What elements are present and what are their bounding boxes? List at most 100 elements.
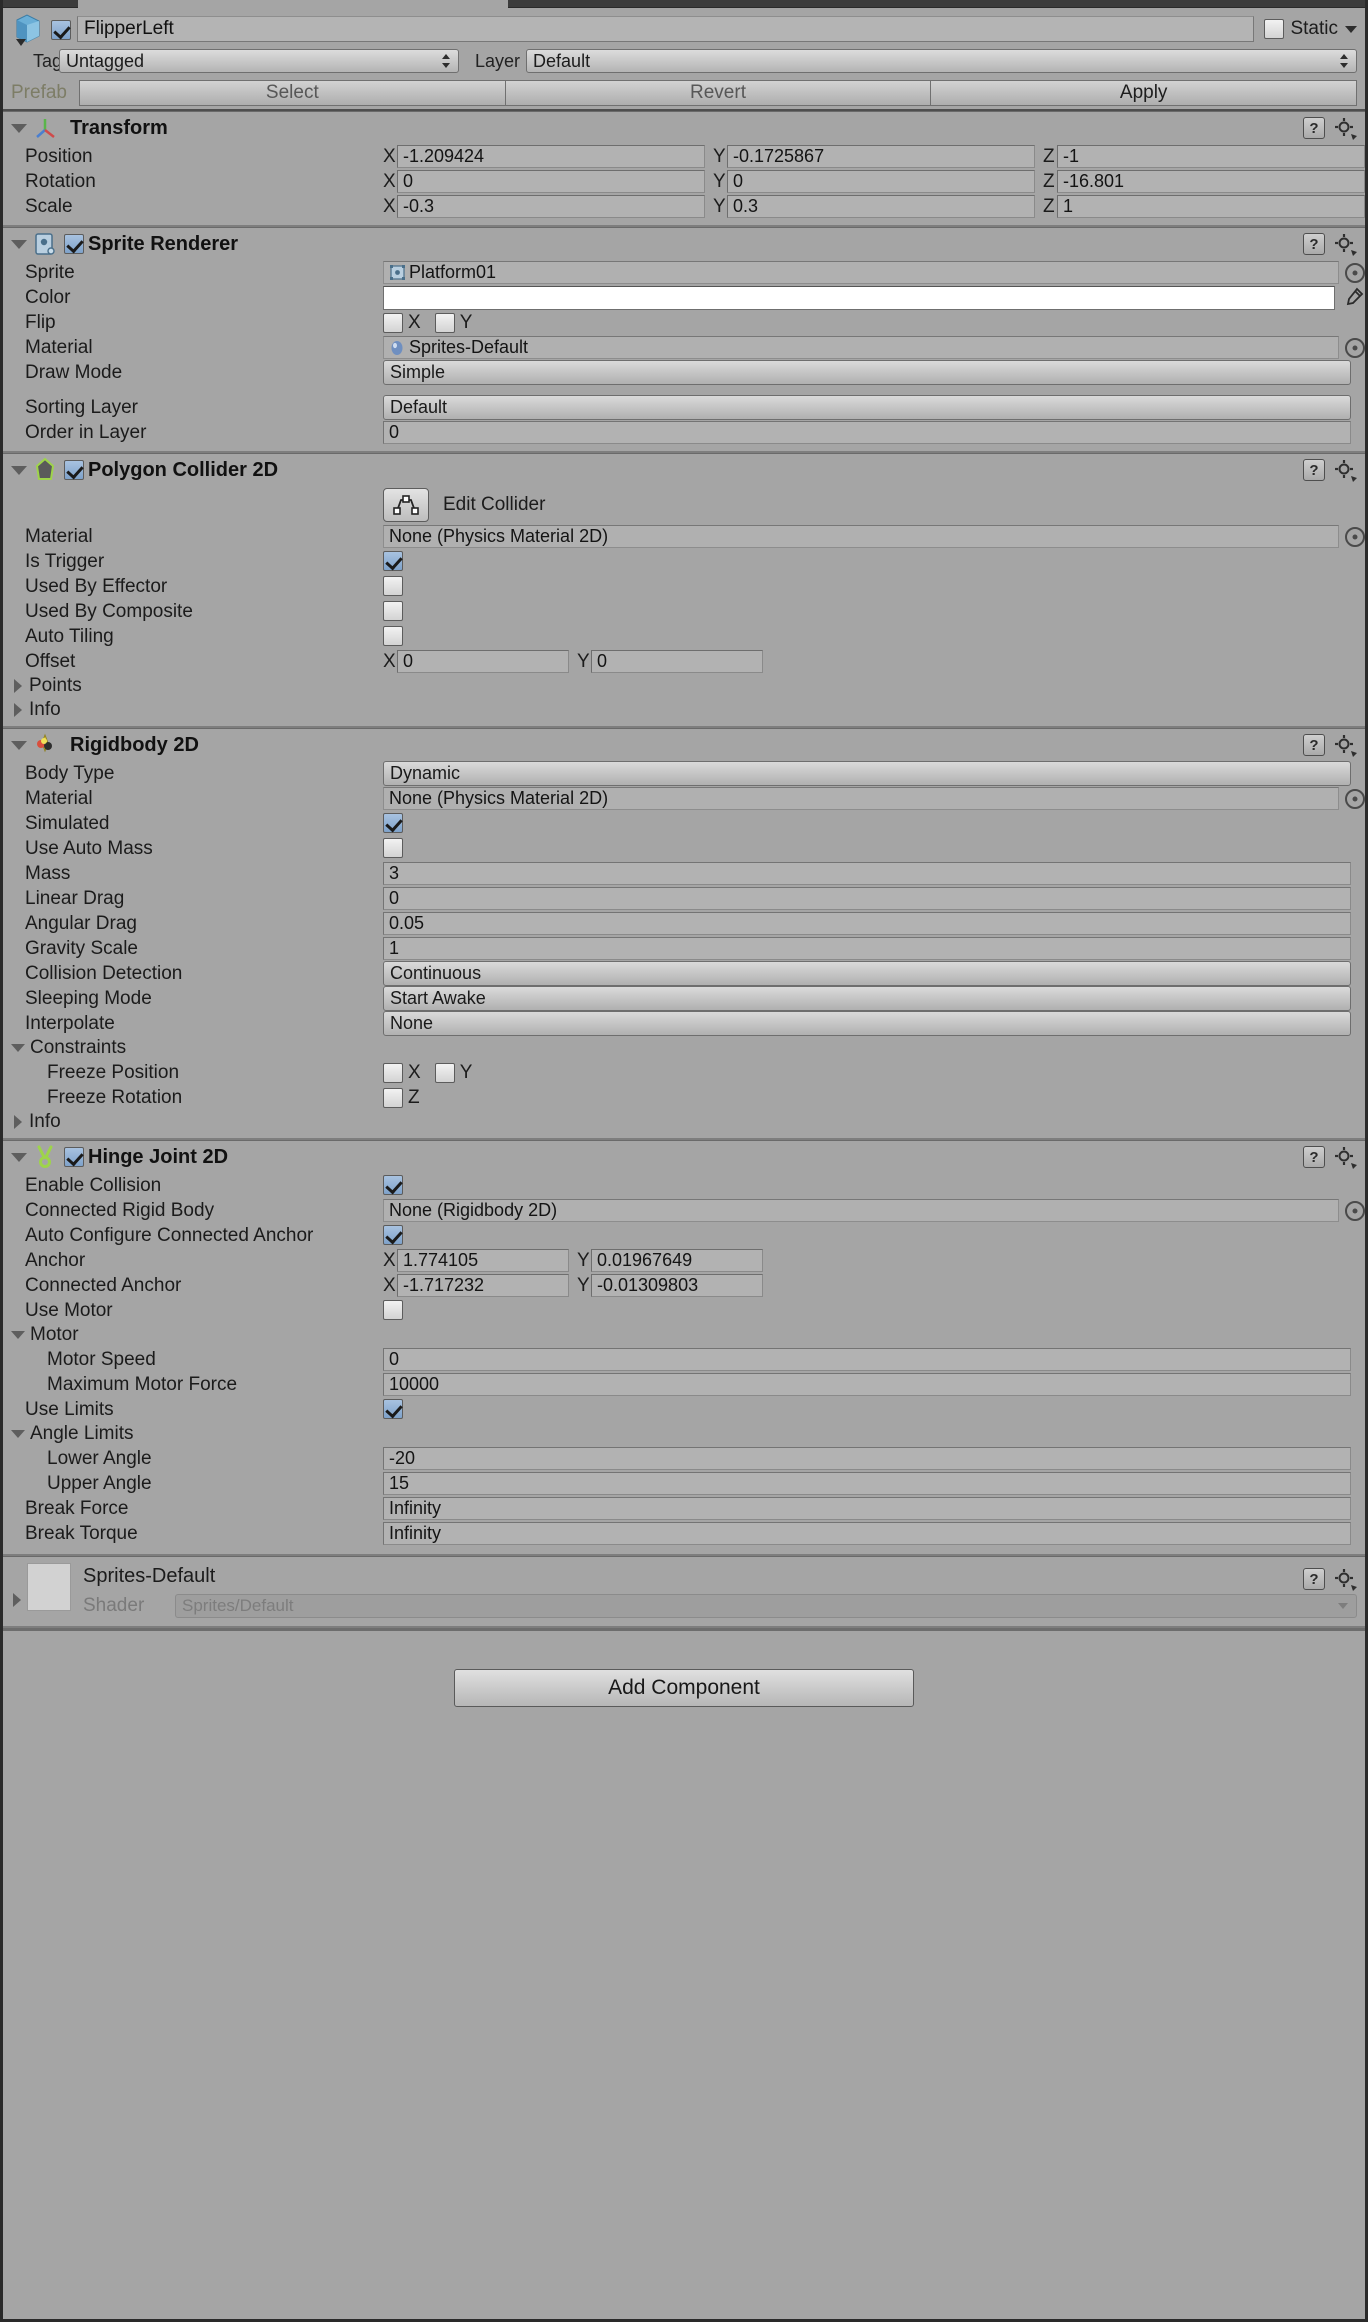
sprite-object-picker-icon[interactable]	[1345, 262, 1365, 283]
rigidbody-gear-icon[interactable]	[1333, 733, 1357, 757]
polygon-collider-enabled-checkbox[interactable]	[64, 459, 84, 481]
polygon-collider-gear-icon[interactable]	[1333, 458, 1357, 482]
enable-collision-checkbox[interactable]	[383, 1175, 403, 1196]
polygon-collider-foldout-icon[interactable]	[11, 465, 27, 475]
pc-info-foldout[interactable]: Info	[3, 698, 1365, 722]
use-limits-checkbox[interactable]	[383, 1399, 403, 1420]
upper-angle-input[interactable]: 15	[383, 1472, 1351, 1495]
sprite-renderer-header[interactable]: Sprite Renderer ?	[3, 228, 1365, 260]
rigidbody-header[interactable]: Rigidbody 2D ?	[3, 729, 1365, 761]
tag-dropdown[interactable]: Untagged	[59, 49, 459, 73]
color-swatch-field[interactable]	[383, 285, 1335, 310]
order-in-layer-input[interactable]: 0	[383, 421, 1351, 444]
angle-limits-foldout[interactable]: Angle Limits	[3, 1422, 1365, 1446]
motor-foldout-icon[interactable]	[11, 1331, 25, 1339]
linear-drag-input[interactable]: 0	[383, 887, 1351, 910]
use-motor-checkbox[interactable]	[383, 1300, 403, 1321]
rigidbody-help-icon[interactable]: ?	[1303, 734, 1325, 756]
rb-info-foldout[interactable]: Info	[3, 1110, 1365, 1134]
freeze-position-x-checkbox[interactable]	[383, 1062, 403, 1083]
prefab-apply-button[interactable]: Apply	[931, 79, 1358, 106]
transform-gear-icon[interactable]	[1333, 116, 1357, 140]
scale-x-input[interactable]: -0.3	[397, 195, 705, 218]
lower-angle-input[interactable]: -20	[383, 1447, 1351, 1470]
sr-material-object-picker-icon[interactable]	[1345, 337, 1365, 358]
break-torque-input[interactable]: Infinity	[383, 1522, 1351, 1545]
used-by-composite-checkbox[interactable]	[383, 601, 403, 622]
material-footer-foldout-icon[interactable]	[13, 1593, 21, 1607]
anchor-y-input[interactable]: 0.01967649	[591, 1249, 763, 1272]
position-z-input[interactable]: -1	[1057, 145, 1365, 168]
rotation-x-input[interactable]: 0	[397, 170, 705, 193]
hinge-joint-help-icon[interactable]: ?	[1303, 1146, 1325, 1168]
connected-anchor-y-input[interactable]: -0.01309803	[591, 1274, 763, 1297]
flip-y-checkbox[interactable]	[434, 312, 455, 333]
anchor-x-input[interactable]: 1.774105	[397, 1249, 569, 1272]
layer-dropdown[interactable]: Default	[526, 49, 1357, 73]
use-auto-mass-checkbox[interactable]	[383, 838, 403, 859]
polygon-collider-header[interactable]: Polygon Collider 2D ?	[3, 454, 1365, 486]
hinge-joint-header[interactable]: Hinge Joint 2D ?	[3, 1141, 1365, 1173]
rotation-z-input[interactable]: -16.801	[1057, 170, 1365, 193]
scale-z-input[interactable]: 1	[1057, 195, 1365, 218]
is-trigger-checkbox[interactable]	[383, 551, 403, 572]
simulated-checkbox[interactable]	[383, 813, 403, 834]
freeze-position-y-checkbox[interactable]	[434, 1062, 455, 1083]
sprite-renderer-foldout-icon[interactable]	[11, 239, 27, 249]
constraints-foldout[interactable]: Constraints	[3, 1036, 1365, 1060]
motor-speed-input[interactable]: 0	[383, 1348, 1351, 1371]
points-foldout[interactable]: Points	[3, 674, 1365, 698]
angular-drag-input[interactable]: 0.05	[383, 912, 1351, 935]
prefab-revert-button[interactable]: Revert	[505, 79, 932, 106]
connected-anchor-x-input[interactable]: -1.717232	[397, 1274, 569, 1297]
auto-tiling-checkbox[interactable]	[383, 626, 403, 647]
pc-info-foldout-icon[interactable]	[14, 703, 22, 717]
static-checkbox[interactable]	[1264, 19, 1285, 39]
sprite-renderer-help-icon[interactable]: ?	[1303, 233, 1325, 255]
position-y-input[interactable]: -0.1725867	[727, 145, 1035, 168]
material-footer-help-icon[interactable]: ?	[1303, 1568, 1325, 1590]
eyedropper-icon[interactable]	[1341, 286, 1365, 310]
hinge-joint-enabled-checkbox[interactable]	[64, 1146, 84, 1168]
sleeping-mode-dropdown[interactable]: Start Awake	[383, 986, 1351, 1011]
sprite-object-field[interactable]: Platform01	[383, 261, 1339, 284]
sprite-renderer-gear-icon[interactable]	[1333, 232, 1357, 256]
material-footer-gear-icon[interactable]	[1333, 1567, 1357, 1591]
polygon-collider-help-icon[interactable]: ?	[1303, 459, 1325, 481]
used-by-effector-checkbox[interactable]	[383, 576, 403, 597]
transform-header[interactable]: Transform ?	[3, 112, 1365, 144]
static-toggle-group[interactable]: Static	[1264, 18, 1357, 40]
rigidbody-foldout-icon[interactable]	[11, 740, 27, 750]
angle-limits-foldout-icon[interactable]	[11, 1430, 25, 1438]
shader-dropdown[interactable]: Sprites/Default	[175, 1594, 1357, 1618]
draw-mode-dropdown[interactable]: Simple	[383, 360, 1351, 385]
constraints-foldout-icon[interactable]	[11, 1044, 25, 1052]
edit-collider-button[interactable]	[383, 488, 429, 522]
transform-help-icon[interactable]: ?	[1303, 117, 1325, 139]
gameobject-enabled-checkbox[interactable]	[51, 19, 71, 40]
points-foldout-icon[interactable]	[14, 679, 22, 693]
sr-material-object-field[interactable]: Sprites-Default	[383, 336, 1339, 359]
connected-rigid-body-object-picker-icon[interactable]	[1345, 1200, 1365, 1221]
flip-x-checkbox[interactable]	[383, 312, 403, 333]
position-x-input[interactable]: -1.209424	[397, 145, 705, 168]
transform-foldout-icon[interactable]	[11, 123, 27, 133]
rb-material-object-picker-icon[interactable]	[1345, 788, 1365, 809]
body-type-dropdown[interactable]: Dynamic	[383, 761, 1351, 786]
gameobject-name-input[interactable]: FlipperLeft	[77, 16, 1255, 42]
rb-material-object-field[interactable]: None (Physics Material 2D)	[383, 787, 1339, 810]
rotation-y-input[interactable]: 0	[727, 170, 1035, 193]
pc-offset-y-input[interactable]: 0	[591, 650, 763, 673]
pc-offset-x-input[interactable]: 0	[397, 650, 569, 673]
rb-info-foldout-icon[interactable]	[14, 1115, 22, 1129]
collision-detection-dropdown[interactable]: Continuous	[383, 961, 1351, 986]
sorting-layer-dropdown[interactable]: Default	[383, 395, 1351, 420]
hinge-joint-gear-icon[interactable]	[1333, 1145, 1357, 1169]
auto-configure-anchor-checkbox[interactable]	[383, 1225, 403, 1246]
max-motor-force-input[interactable]: 10000	[383, 1373, 1351, 1396]
add-component-button[interactable]: Add Component	[454, 1669, 914, 1707]
pc-material-object-picker-icon[interactable]	[1345, 526, 1365, 547]
tab-inspector[interactable]	[78, 0, 508, 8]
prefab-select-button[interactable]: Select	[79, 79, 506, 106]
motor-foldout[interactable]: Motor	[3, 1323, 1365, 1347]
